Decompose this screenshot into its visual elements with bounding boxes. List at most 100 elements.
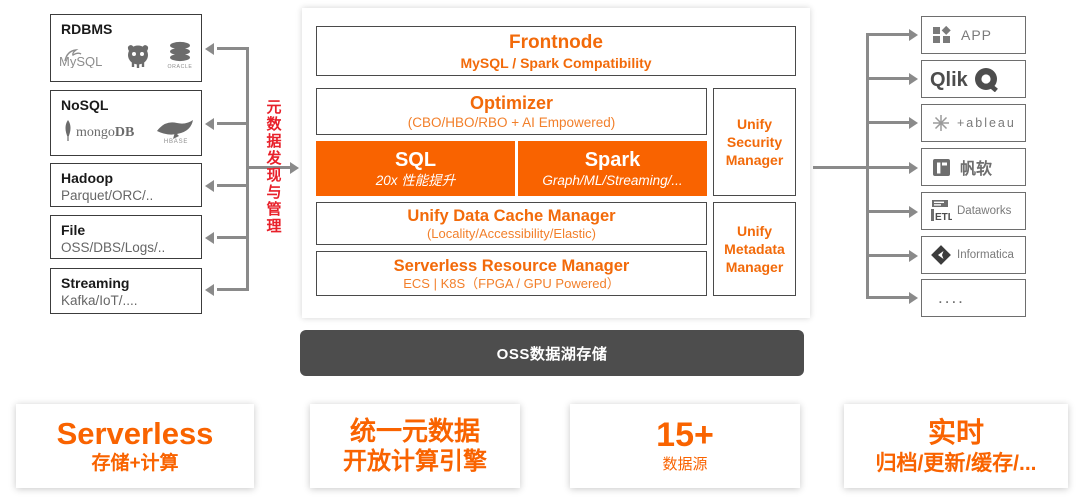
engine-box-spark[interactable]: Spark Graph/ML/Streaming/...	[518, 141, 707, 196]
highlight-big: 统一元数据	[349, 416, 480, 446]
source-subtitle: OSS/DBS/Logs/..	[61, 240, 166, 255]
engine-subtitle: 20x 性能提升	[375, 172, 456, 188]
source-box-file[interactable]: File OSS/DBS/Logs/..	[50, 215, 202, 259]
engine-box-data-cache-manager[interactable]: Unify Data Cache Manager (Locality/Acces…	[316, 202, 707, 245]
highlight-small: 数据源	[662, 456, 708, 473]
engine-box-optimizer[interactable]: Optimizer (CBO/HBO/RBO + AI Empowered)	[316, 88, 707, 135]
oss-storage-label: OSS数据湖存储	[496, 345, 608, 363]
target-box-informatica[interactable]: Informatica	[921, 236, 1026, 274]
arrowhead-fanruan	[909, 161, 918, 174]
svg-text:ORACLE: ORACLE	[168, 64, 193, 70]
arrowhead-informatica	[909, 249, 918, 262]
source-logos-rdbms: MySQL ORACLE	[51, 38, 201, 70]
engine-title: Spark	[584, 148, 641, 171]
highlight-card-realtime[interactable]: 实时 归档/更新/缓存/...	[844, 404, 1068, 488]
connector-branch-fanruan	[866, 166, 910, 169]
arrowhead-to-engine	[290, 161, 299, 174]
connector-branch-tableau	[866, 121, 910, 124]
connector-engine-to-targets	[813, 166, 868, 169]
arrowhead-app	[909, 28, 918, 41]
engine-title: Frontnode	[509, 31, 603, 53]
engine-box-security-manager[interactable]: Unify Security Manager	[713, 88, 796, 196]
engine-title: Unify Data Cache Manager	[407, 206, 616, 225]
connector-branch-more	[866, 296, 910, 299]
highlight-card-datasources[interactable]: 15+ 数据源	[570, 404, 800, 488]
arrowhead-rdbms	[205, 42, 214, 55]
engine-panel: Frontnode MySQL / Spark Compatibility Op…	[302, 8, 810, 318]
source-box-hadoop[interactable]: Hadoop Parquet/ORC/..	[50, 163, 202, 207]
svg-text:mongoDB: mongoDB	[76, 125, 134, 140]
postgresql-logo	[123, 42, 153, 68]
highlight-small: 归档/更新/缓存/...	[875, 451, 1037, 475]
source-subtitle: Kafka/IoT/....	[61, 293, 138, 308]
highlight-card-serverless[interactable]: Serverless 存储+计算	[16, 404, 254, 488]
engine-subtitle: (Locality/Accessibility/Elastic)	[426, 225, 597, 241]
metadata-line-1: Unify	[737, 223, 772, 239]
arrowhead-nosql	[205, 117, 214, 130]
connector-branch-informatica	[866, 254, 910, 257]
fanruan-logo	[932, 157, 953, 178]
target-box-qlik[interactable]: Qlik	[921, 60, 1026, 98]
source-box-rdbms[interactable]: RDBMS MySQL ORACLE	[50, 14, 202, 82]
engine-box-frontnode[interactable]: Frontnode MySQL / Spark Compatibility	[316, 26, 796, 76]
connector-branch-hadoop	[217, 184, 249, 187]
highlight-small: 存储+计算	[91, 453, 179, 474]
oracle-logo: ORACLE	[163, 40, 197, 70]
app-grid-icon	[932, 25, 954, 45]
highlight-big: 实时	[927, 416, 984, 448]
engine-title: Serverless Resource Manager	[393, 256, 630, 275]
source-title: Hadoop	[61, 170, 114, 186]
engine-box-metadata-manager[interactable]: Unify Metadata Manager	[713, 202, 796, 296]
target-box-tableau[interactable]: +ableau	[921, 104, 1026, 142]
arrowhead-more	[909, 291, 918, 304]
oss-storage-bar[interactable]: OSS数据湖存储	[300, 330, 804, 376]
connector-branch-nosql	[217, 122, 249, 125]
connector-branch-streaming	[217, 288, 249, 291]
source-title: RDBMS	[61, 21, 113, 37]
informatica-logo	[930, 244, 952, 266]
metadata-line-2: Metadata	[724, 241, 785, 257]
source-box-nosql[interactable]: NoSQL mongoDB HBASE	[50, 90, 202, 156]
highlight-small: 开放计算引擎	[343, 448, 487, 475]
tableau-logo	[932, 114, 950, 132]
source-subtitle: Parquet/ORC/..	[61, 188, 154, 203]
engine-box-resource-manager[interactable]: Serverless Resource Manager ECS | K8S（FP…	[316, 251, 707, 296]
security-line-3: Manager	[725, 152, 784, 168]
arrowhead-hadoop	[205, 179, 214, 192]
engine-title: Optimizer	[469, 93, 553, 113]
metadata-discovery-label: 元数据发现与管理	[264, 99, 282, 235]
qlik-logo: Qlik	[930, 66, 1016, 92]
metadata-line-3: Manager	[725, 259, 784, 275]
security-line-2: Security	[726, 134, 783, 150]
hbase-logo: HBASE	[153, 116, 199, 144]
target-box-app[interactable]: APP	[921, 16, 1026, 54]
arrowhead-dataworks	[909, 205, 918, 218]
engine-subtitle: MySQL / Spark Compatibility	[460, 54, 652, 71]
highlight-card-unified-metadata[interactable]: 统一元数据 开放计算引擎	[310, 404, 520, 488]
svg-text:Qlik: Qlik	[930, 69, 969, 91]
architecture-diagram: RDBMS MySQL ORACLE NoSQL mongoDB HBASE H…	[0, 0, 1080, 504]
target-label: 帆软	[960, 161, 993, 178]
arrowhead-file	[205, 231, 214, 244]
target-box-dataworks[interactable]: ETL Dataworks	[921, 192, 1026, 230]
target-label: APP	[961, 27, 993, 43]
svg-text:HBASE: HBASE	[164, 139, 188, 144]
connector-branch-qlik	[866, 77, 910, 80]
target-box-more[interactable]: ....	[921, 279, 1026, 317]
source-logos-nosql: mongoDB HBASE	[51, 114, 201, 144]
security-line-1: Unify	[737, 116, 772, 132]
target-box-fanruan[interactable]: 帆软	[921, 148, 1026, 186]
target-label: Informatica	[957, 249, 1014, 261]
target-label: Dataworks	[957, 205, 1012, 217]
engine-subtitle: ECS | K8S（FPGA / GPU Powered）	[403, 275, 620, 291]
arrowhead-streaming	[205, 283, 214, 296]
ellipsis-icon: ....	[938, 288, 965, 307]
source-title: File	[61, 222, 86, 238]
connector-branch-dataworks	[866, 210, 910, 213]
source-box-streaming[interactable]: Streaming Kafka/IoT/....	[50, 268, 202, 314]
mysql-logo: MySQL	[59, 42, 113, 68]
engine-box-sql[interactable]: SQL 20x 性能提升	[316, 141, 515, 196]
svg-text:MySQL: MySQL	[59, 54, 102, 68]
engine-subtitle: Graph/ML/Streaming/...	[542, 172, 683, 188]
etl-dataworks-icon: ETL	[930, 199, 952, 223]
